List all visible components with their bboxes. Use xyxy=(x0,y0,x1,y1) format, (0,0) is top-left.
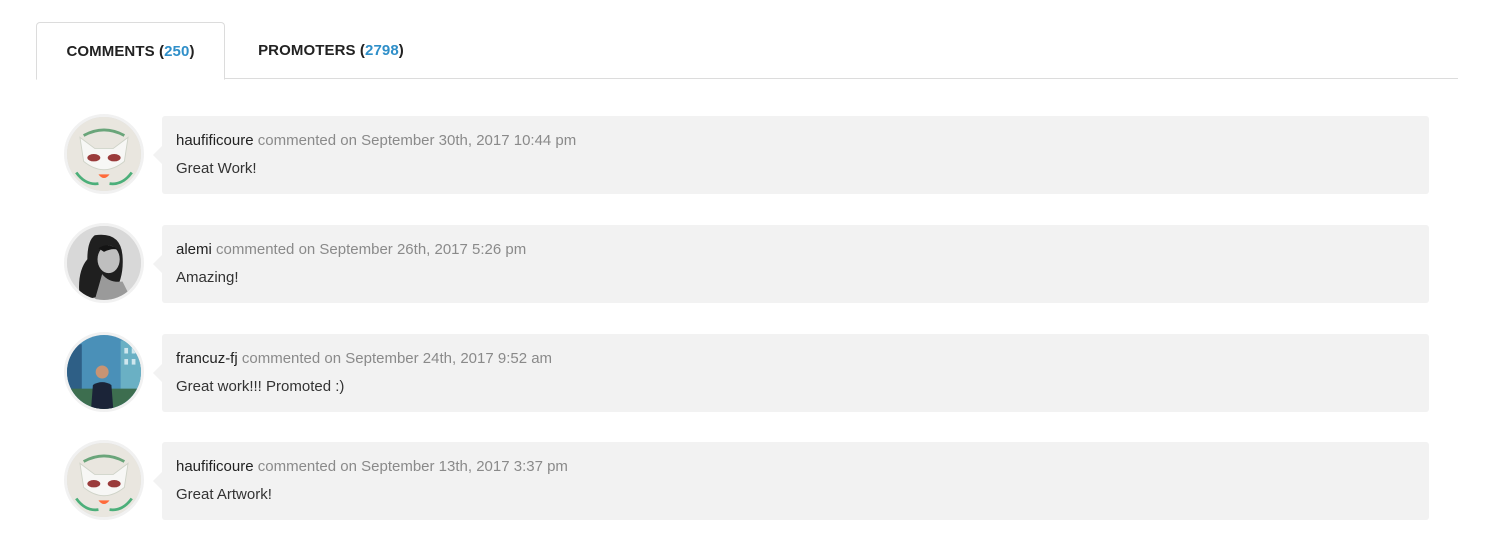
comment-text: Great Work! xyxy=(176,160,257,177)
comment-timestamp: commented on September 30th, 2017 10:44 … xyxy=(257,132,577,149)
comment-meta: haufificoure commented on September 30th… xyxy=(176,132,576,149)
tab-promoters-label: PROMOTERS (2798) xyxy=(258,42,404,59)
comment-username[interactable]: haufificoure xyxy=(176,132,254,149)
comment-text: Great Artwork! xyxy=(176,486,272,503)
comment-bubble: haufificoure commented on September 30th… xyxy=(153,116,1429,194)
comment-timestamp: commented on September 26th, 2017 5:26 p… xyxy=(216,241,527,258)
comment-bubble: alemi commented on September 26th, 2017 … xyxy=(153,225,1429,303)
comment-timestamp: commented on September 24th, 2017 9:52 a… xyxy=(241,350,553,367)
tab-comments-count: 250 xyxy=(164,42,190,60)
tab-comments[interactable]: COMMENTS (250) xyxy=(36,22,225,80)
comment-username[interactable]: haufificoure xyxy=(176,458,254,475)
comment-text: Great work!!! Promoted :) xyxy=(176,378,345,395)
comment-item: haufificoure commented on September 30th… xyxy=(0,114,1492,194)
comment-item: francuz-fj commented on September 24th, … xyxy=(0,332,1492,412)
portrait-avatar-icon[interactable] xyxy=(64,223,144,303)
cat-mask-avatar-icon[interactable] xyxy=(64,114,144,194)
comment-bubble: haufificoure commented on September 13th… xyxy=(153,442,1429,520)
comment-item: haufificoure commented on September 13th… xyxy=(0,440,1492,520)
cat-mask-avatar-icon[interactable] xyxy=(64,440,144,520)
comment-meta: francuz-fj commented on September 24th, … xyxy=(176,350,552,367)
comment-bubble: francuz-fj commented on September 24th, … xyxy=(153,334,1429,412)
tab-comments-label: COMMENTS (250) xyxy=(66,42,195,60)
comments-panel: COMMENTS (250) PROMOTERS (2798) haufific… xyxy=(0,0,1492,558)
comment-username[interactable]: alemi xyxy=(176,241,212,258)
comment-item: alemi commented on September 26th, 2017 … xyxy=(0,223,1492,303)
comment-meta: alemi commented on September 26th, 2017 … xyxy=(176,241,526,258)
tab-bar: COMMENTS (250) PROMOTERS (2798) xyxy=(36,22,1458,80)
comment-timestamp: commented on September 13th, 2017 3:37 p… xyxy=(257,458,568,475)
comment-username[interactable]: francuz-fj xyxy=(176,350,238,367)
person-city-avatar-icon[interactable] xyxy=(64,332,144,412)
tab-promoters[interactable]: PROMOTERS (2798) xyxy=(225,22,437,79)
comment-text: Amazing! xyxy=(176,269,239,286)
tab-promoters-count: 2798 xyxy=(365,42,399,59)
comment-meta: haufificoure commented on September 13th… xyxy=(176,458,568,475)
